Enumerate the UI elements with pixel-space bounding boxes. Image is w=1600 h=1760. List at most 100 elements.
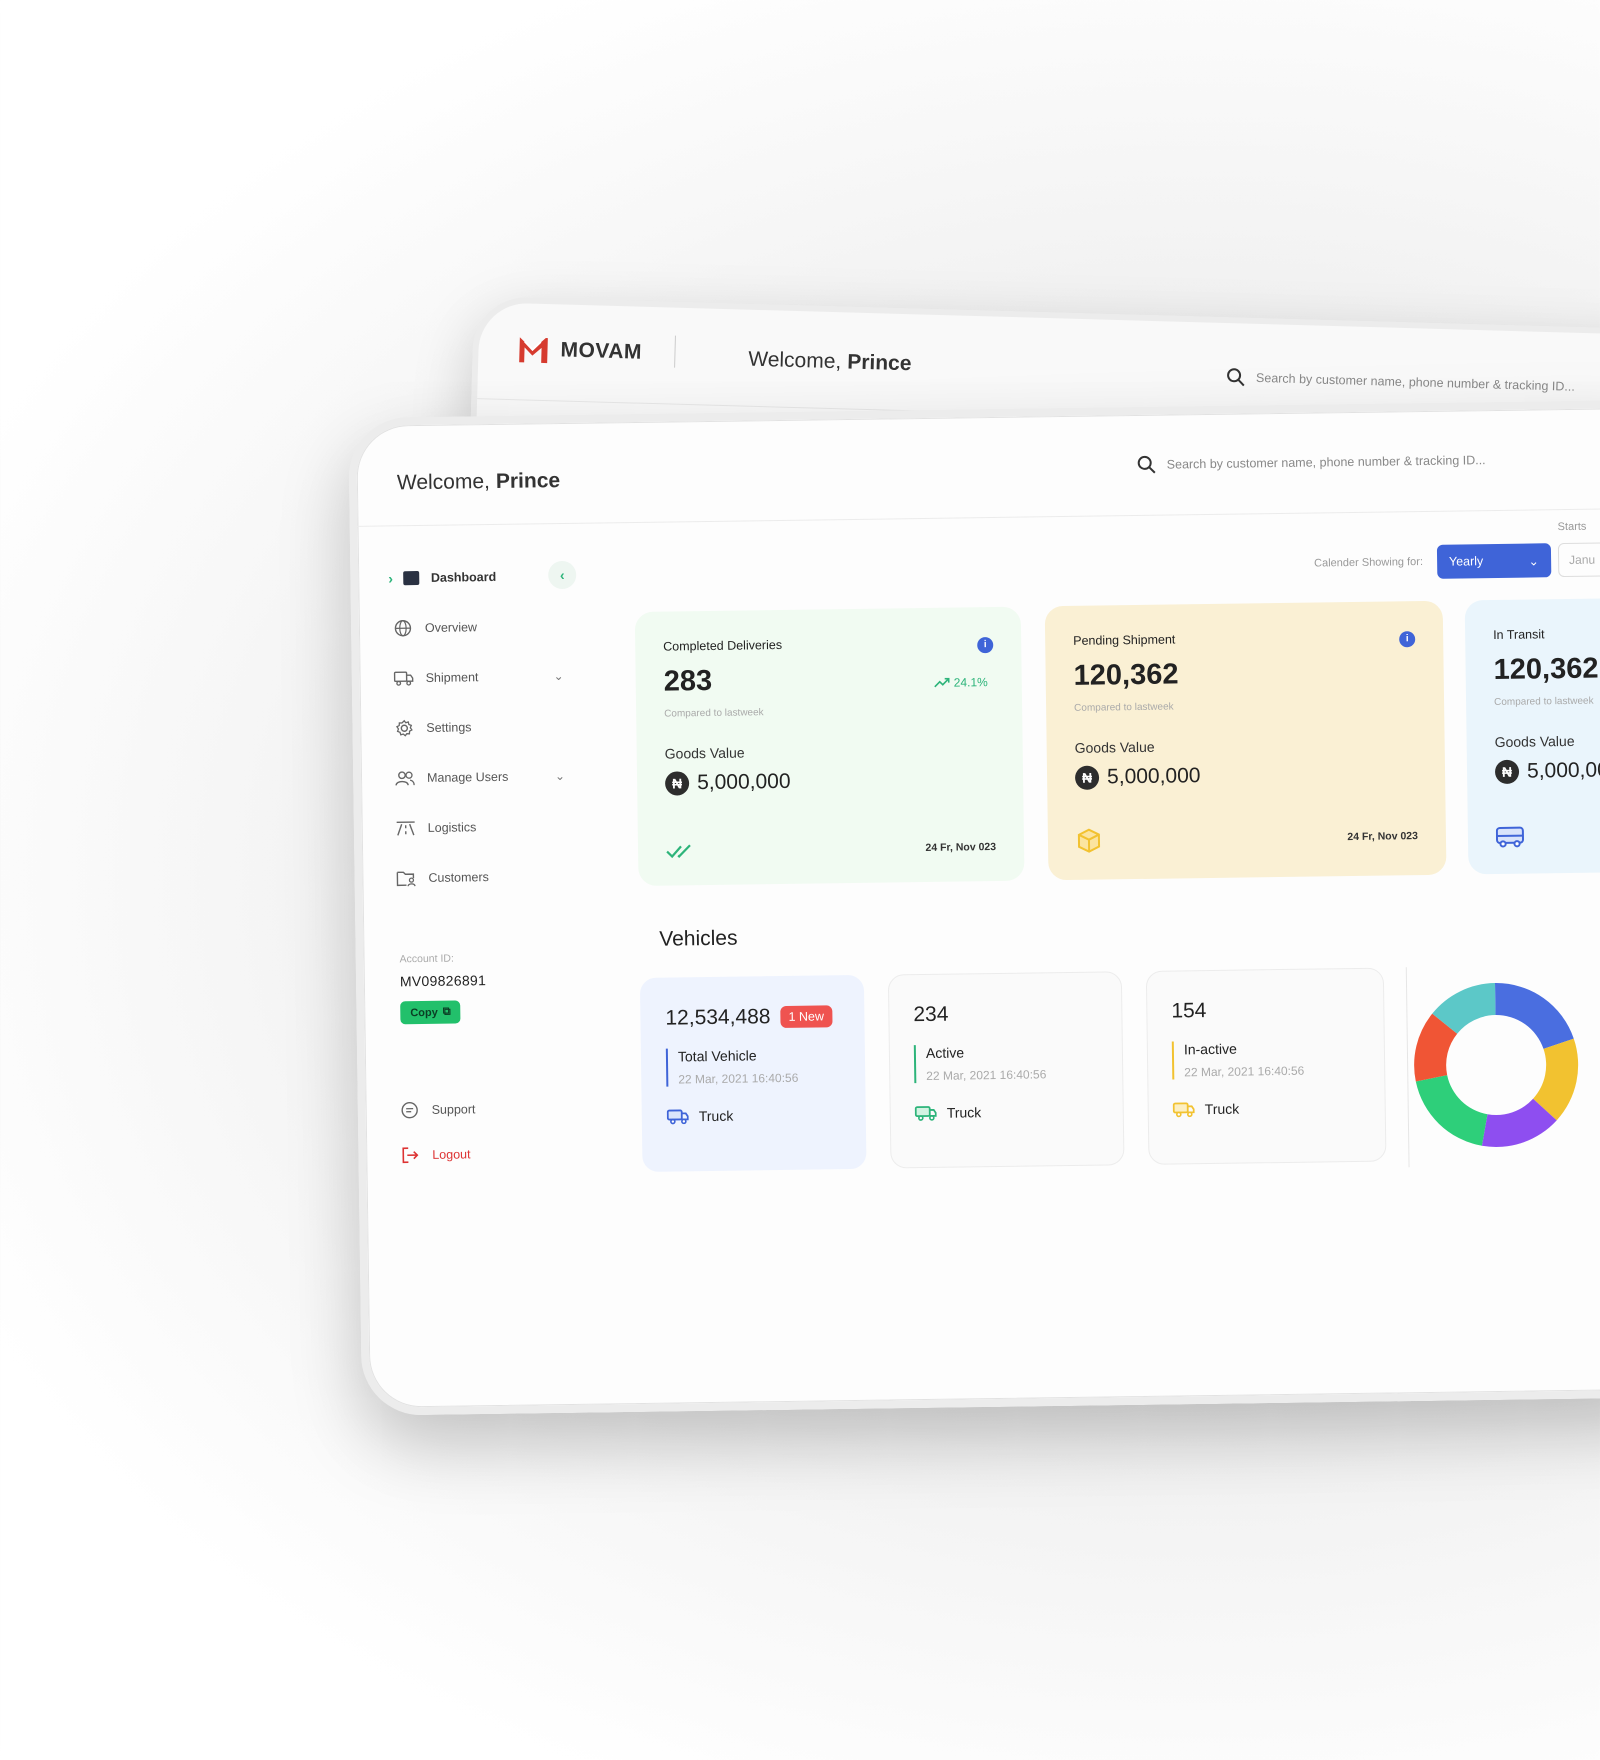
period-select[interactable]: Yearly ⌄ (1436, 543, 1552, 579)
donut-segment-0 (1495, 983, 1574, 1049)
goods-value-label: Goods Value (1494, 732, 1575, 751)
vehicle-date: 22 Mar, 2021 16:40:56 (1184, 1063, 1305, 1080)
copy-icon: ⧉ (442, 1005, 451, 1018)
sidebar-item-label: Dashboard (430, 569, 497, 585)
goods-value-label: Goods Value (664, 744, 745, 762)
vehicle-info: Total Vehicle 22 Mar, 2021 16:40:56 (665, 1046, 841, 1087)
naira-icon: ₦ (1494, 759, 1520, 785)
vehicle-date: 22 Mar, 2021 16:40:56 (926, 1067, 1047, 1083)
card-title: Completed Deliveries (663, 637, 783, 654)
welcome-text: Welcome, Prince (397, 469, 561, 495)
card-date: 24 Fr, Nov 023 (1347, 830, 1419, 844)
info-icon[interactable]: i (977, 637, 994, 654)
goods-value: ₦ 5,000,000 (664, 767, 995, 796)
vehicle-card-total[interactable]: 12,534,488 1 New Total Vehicle 22 Mar, 20… (639, 974, 867, 1172)
sidebar-item-label: Settings (426, 720, 472, 735)
vehicle-card-inactive[interactable]: 154 In-active 22 Mar, 2021 16:40:56 Truc… (1145, 967, 1387, 1165)
vehicle-count-value: 12,534,488 (665, 1005, 771, 1030)
sidebar-item-customers[interactable]: Customers (396, 851, 597, 904)
search-bar[interactable]: Search by customer name, phone number & … (1137, 450, 1486, 475)
vehicle-count: 154 (1171, 997, 1359, 1024)
sidebar: › Dashboard ‹ Overview Shipment ⌄ Settin… (388, 551, 597, 904)
vehicle-count-value: 154 (1171, 999, 1207, 1023)
donut-segment-3 (1415, 1075, 1488, 1146)
logout-icon (400, 1145, 420, 1165)
starts-label: Starts (1557, 520, 1587, 534)
vehicle-type-label: Truck (946, 1104, 982, 1121)
sidebar-item-overview[interactable]: Overview (393, 601, 594, 654)
main-tablet: Welcome, Prince Search by customer name, … (348, 399, 1600, 1416)
movam-logo-icon (519, 337, 548, 364)
account-id-label: Account ID: (399, 952, 454, 966)
naira-icon: ₦ (1074, 765, 1100, 790)
goods-value-label: Goods Value (1074, 738, 1155, 756)
sidebar-item-shipment[interactable]: Shipment ⌄ (393, 651, 594, 704)
trend-up-icon (934, 677, 950, 688)
globe-icon (393, 618, 413, 638)
sidebar-item-manage-users[interactable]: Manage Users ⌄ (395, 751, 596, 804)
vehicle-type: Truck (666, 1106, 841, 1125)
info-icon[interactable]: i (1399, 631, 1416, 648)
in-transit-card: In Transit 120,362 Compared to lastweek … (1464, 597, 1600, 875)
sidebar-item-label: Overview (424, 620, 478, 635)
road-icon (396, 818, 416, 838)
period-value: Yearly (1448, 554, 1484, 569)
card-value: 120,362 (1493, 652, 1599, 687)
dashboard-icon (402, 571, 420, 586)
trend-value: 24.1% (953, 675, 988, 690)
completed-deliveries-card: Completed Deliveries i 283 24.1% Compare… (634, 606, 1025, 886)
truck-icon (1172, 1102, 1195, 1118)
pending-shipment-card: Pending Shipment i 120,362 Compared to l… (1044, 600, 1447, 881)
search-placeholder: Search by customer name, phone number & … (1166, 453, 1486, 472)
brand-name: MOVAM (560, 338, 643, 364)
header: Welcome, Prince Search by customer name, … (356, 407, 1600, 527)
sidebar-item-settings[interactable]: Settings (394, 701, 595, 754)
sidebar-item-support[interactable]: Support (399, 1083, 600, 1136)
vehicles-divider (1405, 967, 1410, 1168)
calendar-filter: Calender Showing for: Yearly ⌄ (1314, 543, 1552, 580)
card-footer: 24 Fr, Nov 023 (1076, 823, 1418, 854)
goods-value-amount: 5,000,00 (1526, 758, 1600, 783)
box-icon (1077, 828, 1101, 853)
search-placeholder: Search by customer name, phone number & … (1255, 370, 1575, 394)
vehicle-type: Truck (1172, 1099, 1361, 1118)
vehicle-donut-chart (1414, 983, 1579, 1148)
start-date-input[interactable]: Janu (1557, 541, 1600, 578)
brand-logo: MOVAM (518, 335, 642, 366)
vehicle-count: 234 (913, 1001, 1097, 1028)
vehicle-type-label: Truck (1204, 1100, 1240, 1118)
truck-icon (914, 1106, 937, 1121)
support-label: Support (431, 1102, 476, 1117)
card-title: Pending Shipment (1073, 632, 1176, 648)
copy-button[interactable]: Copy ⧉ (400, 1000, 461, 1025)
sidebar-item-label: Shipment (425, 670, 479, 685)
card-title: In Transit (1493, 627, 1545, 643)
welcome-name: Prince (846, 350, 912, 376)
sidebar-item-logout[interactable]: Logout (400, 1133, 601, 1176)
chevron-down-icon[interactable]: ⌄ (555, 769, 565, 783)
naira-icon: ₦ (664, 771, 690, 796)
vehicle-type: Truck (914, 1103, 1099, 1122)
sidebar-item-label: Manage Users (426, 769, 509, 785)
vehicle-info: Active 22 Mar, 2021 16:40:56 (913, 1042, 1099, 1084)
folder-user-icon (396, 868, 416, 888)
goods-value: ₦ 5,000,00 (1494, 758, 1600, 785)
vehicle-card-active[interactable]: 234 Active 22 Mar, 2021 16:40:56 Truck (887, 971, 1125, 1169)
sidebar-item-logistics[interactable]: Logistics (395, 801, 596, 854)
bg-search-bar[interactable]: Search by customer name, phone number & … (1226, 367, 1575, 397)
sidebar-item-dashboard[interactable]: › Dashboard ‹ (388, 551, 593, 604)
logout-label: Logout (432, 1147, 471, 1162)
card-footer (1495, 824, 1600, 848)
welcome-name: Prince (495, 469, 561, 493)
new-badge: 1 New (780, 1005, 833, 1029)
users-icon (395, 768, 415, 788)
goods-value-amount: 5,000,000 (1106, 764, 1201, 789)
card-date: 24 Fr, Nov 023 (925, 840, 997, 854)
collapse-sidebar-button[interactable]: ‹ (548, 560, 577, 590)
vehicle-label: In-active (1183, 1040, 1237, 1058)
bus-icon (1495, 826, 1525, 848)
card-value: 120,362 (1073, 658, 1179, 692)
chevron-down-icon[interactable]: ⌄ (553, 669, 563, 683)
search-icon (1227, 368, 1245, 387)
account-section: Account ID: MV09826891 Copy ⧉ (399, 952, 486, 1025)
